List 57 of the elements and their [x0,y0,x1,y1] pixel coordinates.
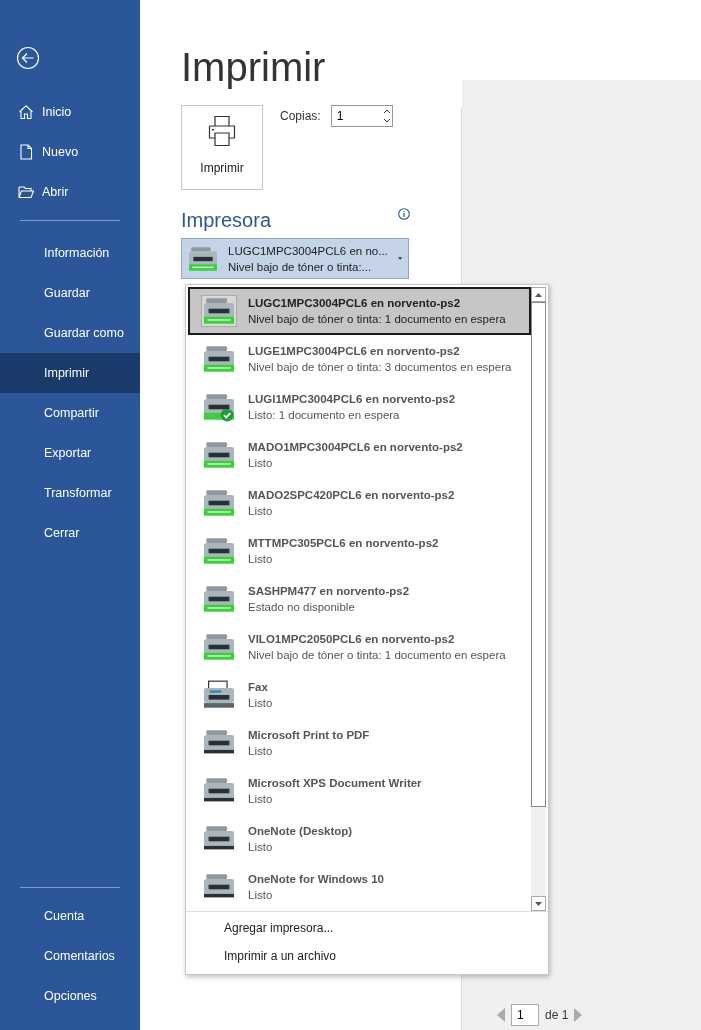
page-icon [18,144,34,160]
printer-icon [208,115,236,147]
sidebar-item[interactable]: Inicio [0,92,140,132]
scroll-down-icon[interactable] [535,901,542,906]
printer-option[interactable]: VILO1MPC2050PCL6 en norvento-ps2 Nivel bajo de tóner o tinta: 1 documento en espera [188,623,531,671]
menu-item[interactable]: Agregar impresora... [186,914,548,942]
caret-icon [397,256,402,261]
sidebar-item[interactable]: Cuenta [0,896,140,936]
printer-option[interactable]: MTTMPC305PCL6 en norvento-ps2 Listo [188,527,531,575]
sidebar-item[interactable]: Información [0,233,140,273]
printer-option[interactable]: SASHPM477 en norvento-ps2 Estado no disponible [188,575,531,623]
sidebar-item[interactable]: Nuevo [0,132,140,172]
section-heading: Impresora [181,209,272,232]
sidebar-item[interactable]: Guardar [0,273,140,313]
printer-option[interactable]: LUGC1MPC3004PCL6 en norvento-ps2 Nivel bajo de tóner o tinta: 1 documento en espera [188,287,531,335]
sidebar-item[interactable]: Opciones [0,976,140,1016]
printer-option[interactable]: LUGE1MPC3004PCL6 en norvento-ps2 Nivel bajo de tóner o tinta: 3 documentos en espera [188,335,531,383]
page-total: de 1 [545,1008,569,1022]
copies-spinner[interactable]: 1 [330,105,393,127]
printer-icon [202,536,236,566]
printer-option[interactable]: Microsoft XPS Document Writer Listo [188,767,531,815]
back-icon[interactable] [16,46,40,70]
printer-option[interactable]: MADO1MPC3004PCL6 en norvento-ps2 Listo [188,431,531,479]
sidebar-item[interactable]: Exportar [0,433,140,473]
printer-dropdown[interactable]: LUGC1MPC3004PCL6 en no... Nivel bajo de tóner o tinta:... [181,238,409,279]
sidebar-item[interactable]: Imprimir [0,353,140,393]
scrollbar[interactable] [531,287,546,911]
printer-check-icon [202,392,236,422]
printer-icon [202,488,236,518]
printer-option[interactable]: OneNote (Desktop) Listo [188,815,531,863]
sidebar-item[interactable]: Abrir [0,172,140,212]
printer-option[interactable]: MADO2SPC420PCL6 en norvento-ps2 Listo [188,479,531,527]
page-title: Imprimir [181,44,327,91]
printer-icon [202,440,236,470]
printer-icon [202,344,236,374]
sidebar-item[interactable]: Compartir [0,393,140,433]
printer-icon [202,632,236,662]
home-icon [18,104,34,120]
page-number-field[interactable]: 1 [511,1004,539,1026]
scroll-up-icon[interactable] [535,292,542,297]
sidebar-item[interactable]: Guardar como [0,313,140,353]
sidebar-item[interactable]: Transformar [0,473,140,513]
printer-icon [202,296,236,326]
sidebar-item[interactable]: Comentarios [0,936,140,976]
printer-option[interactable]: Microsoft Print to PDF Listo [188,719,531,767]
sidebar-item[interactable]: Cerrar [0,513,140,553]
printer-option[interactable]: Fax Listo [188,671,531,719]
info-icon[interactable] [398,208,410,220]
printer-icon [188,244,218,273]
printer-option[interactable]: LUGI1MPC3004PCL6 en norvento-ps2 Listo: 1 documento en espera [188,383,531,431]
print-button[interactable]: Imprimir [181,105,263,190]
fax-icon [202,680,236,710]
printer-icon [202,584,236,614]
copies-label: Copias: [280,109,321,123]
printer-option[interactable]: OneNote for Windows 10 Listo [188,863,531,911]
menu-item[interactable]: Imprimir a un archivo [186,942,548,970]
folder-icon [18,184,34,200]
